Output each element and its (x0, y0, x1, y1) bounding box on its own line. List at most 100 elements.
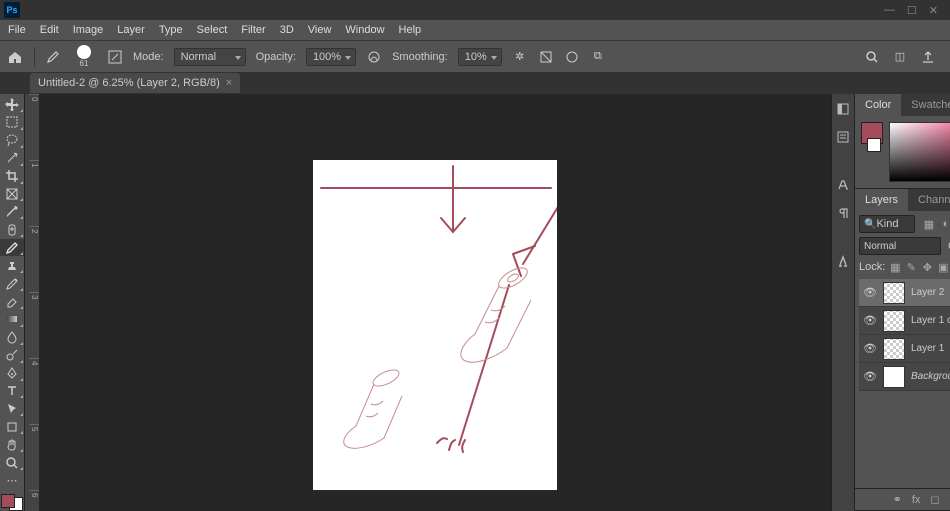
visibility-toggle-icon[interactable]: 👁 (863, 286, 877, 300)
menu-3d[interactable]: 3D (280, 24, 294, 36)
clone-stamp-tool-icon[interactable] (0, 257, 24, 274)
panel-color-swatches[interactable] (861, 122, 883, 182)
color-picker-field[interactable] (889, 122, 950, 182)
lock-position-icon[interactable]: ✥ (921, 261, 933, 273)
workspace-icon[interactable]: ◫ (892, 49, 908, 65)
pen-tool-icon[interactable] (0, 365, 24, 382)
visibility-toggle-icon[interactable]: 👁 (863, 314, 877, 328)
close-icon[interactable]: ✕ (929, 4, 938, 17)
layer-name[interactable]: Layer 2 (911, 287, 944, 298)
menu-file[interactable]: File (8, 24, 26, 36)
edit-toolbar-icon[interactable]: ⋯ (0, 472, 24, 489)
zoom-tool-icon[interactable] (0, 454, 24, 471)
foreground-swatch[interactable] (1, 494, 15, 508)
gradient-tool-icon[interactable] (0, 311, 24, 328)
brush-preview-icon (77, 45, 91, 59)
menu-help[interactable]: Help (399, 24, 422, 36)
paragraph-panel-icon[interactable] (832, 202, 854, 224)
lock-artboard-icon[interactable]: ▣ (937, 261, 949, 273)
crop-tool-icon[interactable] (0, 168, 24, 185)
symmetry-icon[interactable]: ⧉ (590, 49, 606, 65)
tab-channels[interactable]: Channels (908, 189, 950, 211)
layer-row[interactable]: 👁 Layer 1 copy (859, 307, 950, 335)
airbrush-icon[interactable] (538, 49, 554, 65)
layer-thumbnail[interactable] (883, 338, 905, 360)
tab-layers[interactable]: Layers (855, 189, 908, 211)
menu-select[interactable]: Select (197, 24, 228, 36)
pressure-opacity-icon[interactable] (366, 49, 382, 65)
layer-thumbnail[interactable] (883, 282, 905, 304)
home-icon[interactable] (6, 48, 24, 66)
vertical-ruler[interactable]: 0 1 2 3 4 5 6 (25, 94, 39, 511)
layer-name[interactable]: Background (911, 371, 950, 382)
brush-panel-icon[interactable] (107, 49, 123, 65)
canvas-viewport[interactable] (39, 94, 831, 511)
dodge-tool-icon[interactable] (0, 347, 24, 364)
marquee-tool-icon[interactable] (0, 114, 24, 131)
layer-name[interactable]: Layer 1 copy (911, 315, 950, 326)
visibility-toggle-icon[interactable]: 👁 (863, 370, 877, 384)
layer-mask-icon[interactable]: ◻ (930, 493, 939, 506)
link-layers-icon[interactable]: ⚭ (893, 493, 902, 506)
layer-thumbnail[interactable] (883, 310, 905, 332)
blend-mode-dropdown[interactable]: Normal (174, 48, 246, 66)
maximize-icon[interactable]: ☐ (907, 4, 917, 17)
brush-tool-icon[interactable] (0, 239, 24, 256)
color-swatches[interactable] (1, 494, 23, 511)
visibility-toggle-icon[interactable]: 👁 (863, 342, 877, 356)
pressure-size-icon[interactable] (564, 49, 580, 65)
menu-image[interactable]: Image (73, 24, 104, 36)
healing-tool-icon[interactable] (0, 221, 24, 238)
menu-layer[interactable]: Layer (117, 24, 145, 36)
tab-color[interactable]: Color (855, 94, 901, 116)
shape-tool-icon[interactable] (0, 418, 24, 435)
search-icon[interactable] (864, 49, 880, 65)
share-icon[interactable] (920, 49, 936, 65)
menu-edit[interactable]: Edit (40, 24, 59, 36)
path-select-tool-icon[interactable] (0, 400, 24, 417)
ruler-tick: 4 (29, 358, 39, 424)
move-tool-icon[interactable] (0, 96, 24, 113)
history-brush-tool-icon[interactable] (0, 275, 24, 292)
blur-tool-icon[interactable] (0, 329, 24, 346)
type-tool-icon[interactable] (0, 383, 24, 400)
layer-kind-dropdown[interactable]: 🔍 Kind (859, 215, 915, 233)
menu-view[interactable]: View (308, 24, 332, 36)
minimize-icon[interactable]: — (884, 4, 895, 17)
panel-bg-swatch[interactable] (867, 138, 881, 152)
smoothing-options-icon[interactable]: ✲ (512, 49, 528, 65)
filter-pixel-icon[interactable]: ▦ (923, 218, 935, 230)
menu-window[interactable]: Window (345, 24, 384, 36)
smoothing-dropdown[interactable]: 10% (458, 48, 502, 66)
history-panel-icon[interactable] (832, 98, 854, 120)
character-panel-icon[interactable] (832, 174, 854, 196)
hand-tool-icon[interactable] (0, 436, 24, 453)
menu-type[interactable]: Type (159, 24, 183, 36)
layer-thumbnail[interactable] (883, 366, 905, 388)
document-tab[interactable]: Untitled-2 @ 6.25% (Layer 2, RGB/8) × (30, 73, 240, 93)
lock-trans-icon[interactable]: ▦ (889, 261, 901, 273)
quick-select-tool-icon[interactable] (0, 150, 24, 167)
layer-row[interactable]: 👁 Background 🔒 (859, 363, 950, 391)
properties-panel-icon[interactable] (832, 126, 854, 148)
filter-adjust-icon[interactable]: ◐ (940, 218, 950, 230)
glyphs-panel-icon[interactable] (832, 250, 854, 272)
blend-mode-dropdown[interactable]: Normal (859, 237, 941, 255)
lock-pixels-icon[interactable]: ✎ (905, 261, 917, 273)
brush-tool-icon[interactable] (45, 49, 61, 65)
tab-swatches[interactable]: Swatches (901, 94, 950, 116)
document-tab-close-icon[interactable]: × (226, 77, 232, 89)
frame-tool-icon[interactable] (0, 186, 24, 203)
eyedropper-tool-icon[interactable] (0, 203, 24, 220)
eraser-tool-icon[interactable] (0, 293, 24, 310)
layer-row[interactable]: 👁 Layer 1 (859, 335, 950, 363)
menu-filter[interactable]: Filter (241, 24, 265, 36)
layer-row[interactable]: 👁 Layer 2 (859, 279, 950, 307)
opacity-dropdown[interactable]: 100% (306, 48, 356, 66)
artboard[interactable] (313, 160, 557, 490)
layer-name[interactable]: Layer 1 (911, 343, 944, 354)
layer-style-icon[interactable]: fx (912, 494, 921, 506)
ruler-tick: 2 (29, 226, 39, 292)
lasso-tool-icon[interactable] (0, 132, 24, 149)
brush-preset[interactable]: 61 (71, 44, 97, 70)
